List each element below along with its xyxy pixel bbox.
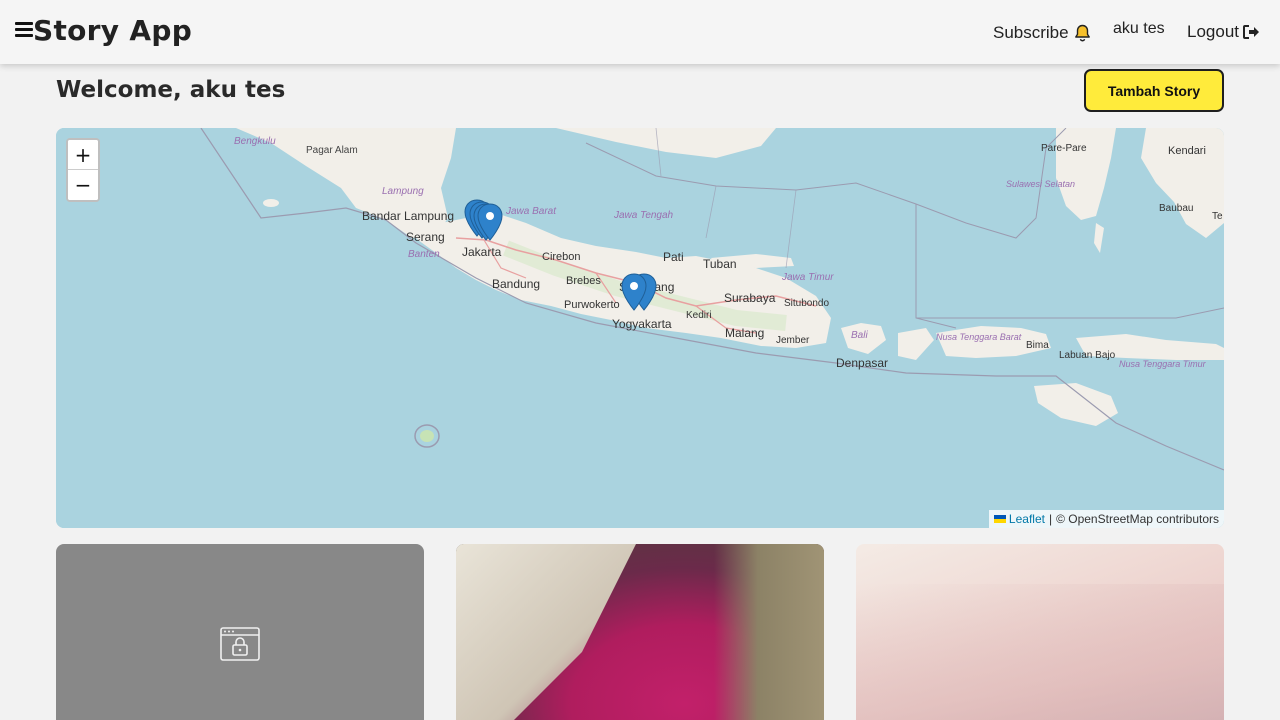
ukraine-flag-icon [993, 515, 1006, 523]
logout-button[interactable]: Logout [1187, 22, 1260, 42]
user-name: aku tes [1113, 20, 1165, 37]
bell-icon [1074, 24, 1090, 41]
map-label-ntt: Nusa Tenggara Timur [1119, 359, 1207, 369]
map-label-denpasar: Denpasar [836, 356, 888, 370]
map-label-surabaya: Surabaya [724, 291, 776, 305]
map-label-bali: Bali [851, 330, 868, 341]
map-label-ntb: Nusa Tenggara Barat [936, 332, 1022, 342]
story-photo [456, 544, 636, 720]
locked-window-icon [220, 627, 260, 661]
map-label-purwokerto: Purwokerto [564, 299, 620, 311]
map-label-jember: Jember [776, 335, 810, 346]
story-card[interactable] [856, 544, 1224, 720]
welcome-heading: Welcome, aku tes [56, 77, 286, 103]
navbar: Story App Subscribe aku tes Logout [0, 0, 1280, 64]
zoom-out-button[interactable]: − [68, 170, 98, 200]
subscribe-button[interactable]: Subscribe [993, 23, 1091, 43]
map-label-baubau: Baubau [1159, 203, 1193, 214]
map-label-lampung: Lampung [382, 186, 424, 197]
map-label-jakarta: Jakarta [462, 245, 502, 259]
map-label-sulsel: Sulawesi Selatan [1006, 179, 1075, 189]
map-label-situbondo: Situbondo [784, 298, 829, 309]
map-label-bandung: Bandung [492, 277, 540, 291]
story-card[interactable] [56, 544, 424, 720]
hamburger-menu-icon[interactable] [15, 20, 33, 37]
map-label-bima: Bima [1026, 340, 1049, 351]
map-tiles: Bengkulu Pagar Alam Lampung Bandar Lampu… [56, 128, 1224, 528]
map-label-te: Te [1212, 211, 1223, 222]
map-label-banten: Banten [408, 249, 440, 260]
map-label-labuan-bajo: Labuan Bajo [1059, 350, 1116, 361]
map-label-serang: Serang [406, 230, 445, 244]
map-label-tuban: Tuban [703, 257, 737, 271]
map-label-brebes: Brebes [566, 275, 601, 287]
subscribe-label: Subscribe [993, 23, 1069, 42]
story-card[interactable] [456, 544, 824, 720]
leaflet-link[interactable]: Leaflet [993, 512, 1045, 526]
map-label-jawa-barat: Jawa Barat [505, 206, 557, 217]
map-label-bengkulu: Bengkulu [234, 136, 276, 147]
map-label-jawa-timur: Jawa Timur [781, 272, 834, 283]
map-label-yogyakarta: Yogyakarta [612, 317, 672, 331]
map-label-kediri: Kediri [686, 310, 712, 321]
map-label-parepare: Pare-Pare [1041, 143, 1087, 154]
story-map[interactable]: Bengkulu Pagar Alam Lampung Bandar Lampu… [56, 128, 1224, 528]
map-label-bandar-lampung: Bandar Lampung [362, 209, 454, 223]
map-label-pagar-alam: Pagar Alam [306, 145, 358, 156]
story-photo-detail [714, 544, 824, 720]
logout-label: Logout [1187, 22, 1239, 41]
map-label-pati: Pati [663, 250, 684, 264]
brand-title[interactable]: Story App [33, 14, 192, 47]
zoom-control: + − [66, 138, 100, 202]
map-label-jawa-tengah: Jawa Tengah [613, 210, 674, 221]
logout-icon [1243, 25, 1259, 39]
zoom-in-button[interactable]: + [68, 140, 98, 170]
attribution-separator: | [1048, 512, 1053, 526]
map-attribution: Leaflet | © OpenStreetMap contributors [988, 510, 1224, 528]
map-label-kendari: Kendari [1168, 145, 1206, 157]
add-story-button[interactable]: Tambah Story [1084, 69, 1224, 112]
story-photo [856, 584, 1224, 720]
attribution-text: © OpenStreetMap contributors [1056, 512, 1219, 526]
map-label-cirebon: Cirebon [542, 251, 581, 263]
map-label-malang: Malang [725, 326, 764, 340]
